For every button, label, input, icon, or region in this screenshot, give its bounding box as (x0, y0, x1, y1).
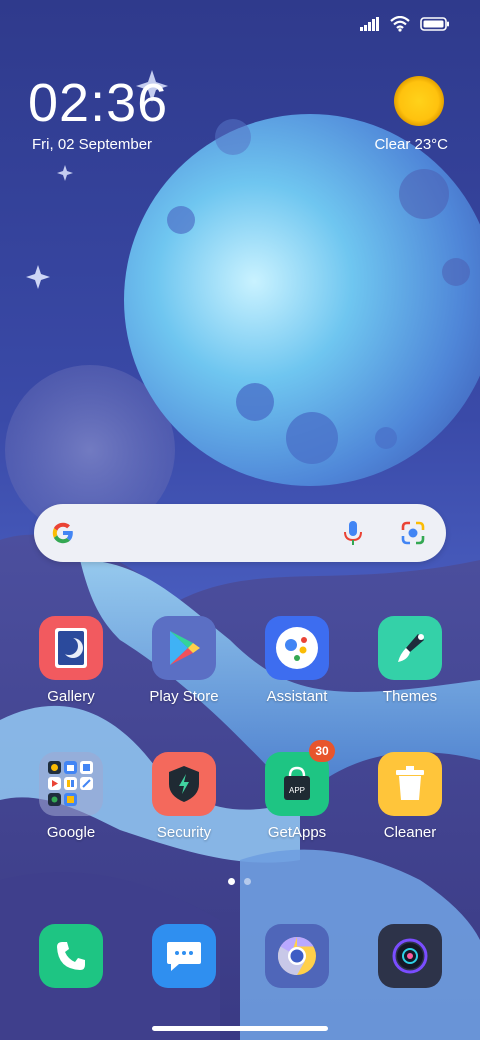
dock-camera[interactable] (355, 924, 465, 988)
app-label: Themes (382, 688, 438, 705)
trash-icon (378, 752, 442, 816)
app-cleaner[interactable]: Cleaner (355, 752, 465, 841)
signal-icon (360, 17, 380, 36)
chrome-icon (265, 924, 329, 988)
mic-icon[interactable] (342, 520, 364, 553)
app-label: Security (156, 824, 212, 841)
svg-text:APP: APP (289, 786, 305, 795)
app-label: GetApps (267, 824, 327, 841)
themes-brush-icon (378, 616, 442, 680)
assistant-icon (265, 616, 329, 680)
shopping-bag-icon: APP 30 (265, 740, 335, 816)
clock-date[interactable]: Fri, 02 September (32, 136, 152, 153)
folder-icon (39, 752, 103, 816)
page-dot[interactable] (244, 878, 251, 885)
page-dot-active[interactable] (228, 878, 235, 885)
clock-time[interactable]: 02:36 (28, 74, 168, 132)
app-label: Assistant (266, 688, 328, 705)
camera-icon (378, 924, 442, 988)
app-label: Gallery (47, 688, 95, 705)
app-play-store[interactable]: Play Store (129, 616, 239, 705)
app-gallery[interactable]: Gallery (16, 616, 126, 705)
app-label: Play Store (149, 688, 219, 705)
shield-icon (152, 752, 216, 816)
dock-phone[interactable] (16, 924, 126, 988)
google-lens-icon[interactable] (400, 520, 426, 551)
app-label: Google (46, 824, 96, 841)
app-themes[interactable]: Themes (355, 616, 465, 705)
messages-icon (152, 924, 216, 988)
dock-chrome[interactable] (242, 924, 352, 988)
dock-messages[interactable] (129, 924, 239, 988)
folder-google[interactable]: Google (16, 752, 126, 841)
app-label: Cleaner (383, 824, 437, 841)
home-gesture-bar[interactable] (152, 1026, 328, 1031)
sun-icon[interactable] (394, 76, 444, 126)
gallery-icon (39, 616, 103, 680)
google-logo-icon[interactable] (50, 520, 76, 551)
play-store-icon (152, 616, 216, 680)
notification-badge: 30 (309, 740, 335, 762)
google-search-bar[interactable] (34, 504, 446, 562)
wifi-icon (390, 15, 410, 37)
page-indicator[interactable] (228, 878, 251, 885)
battery-icon (420, 17, 450, 36)
weather-text[interactable]: Clear 23°C (374, 136, 448, 153)
phone-icon (39, 924, 103, 988)
status-bar (360, 15, 450, 37)
app-security[interactable]: Security (129, 752, 239, 841)
app-getapps[interactable]: APP 30 GetApps (242, 740, 352, 841)
app-assistant[interactable]: Assistant (242, 616, 352, 705)
